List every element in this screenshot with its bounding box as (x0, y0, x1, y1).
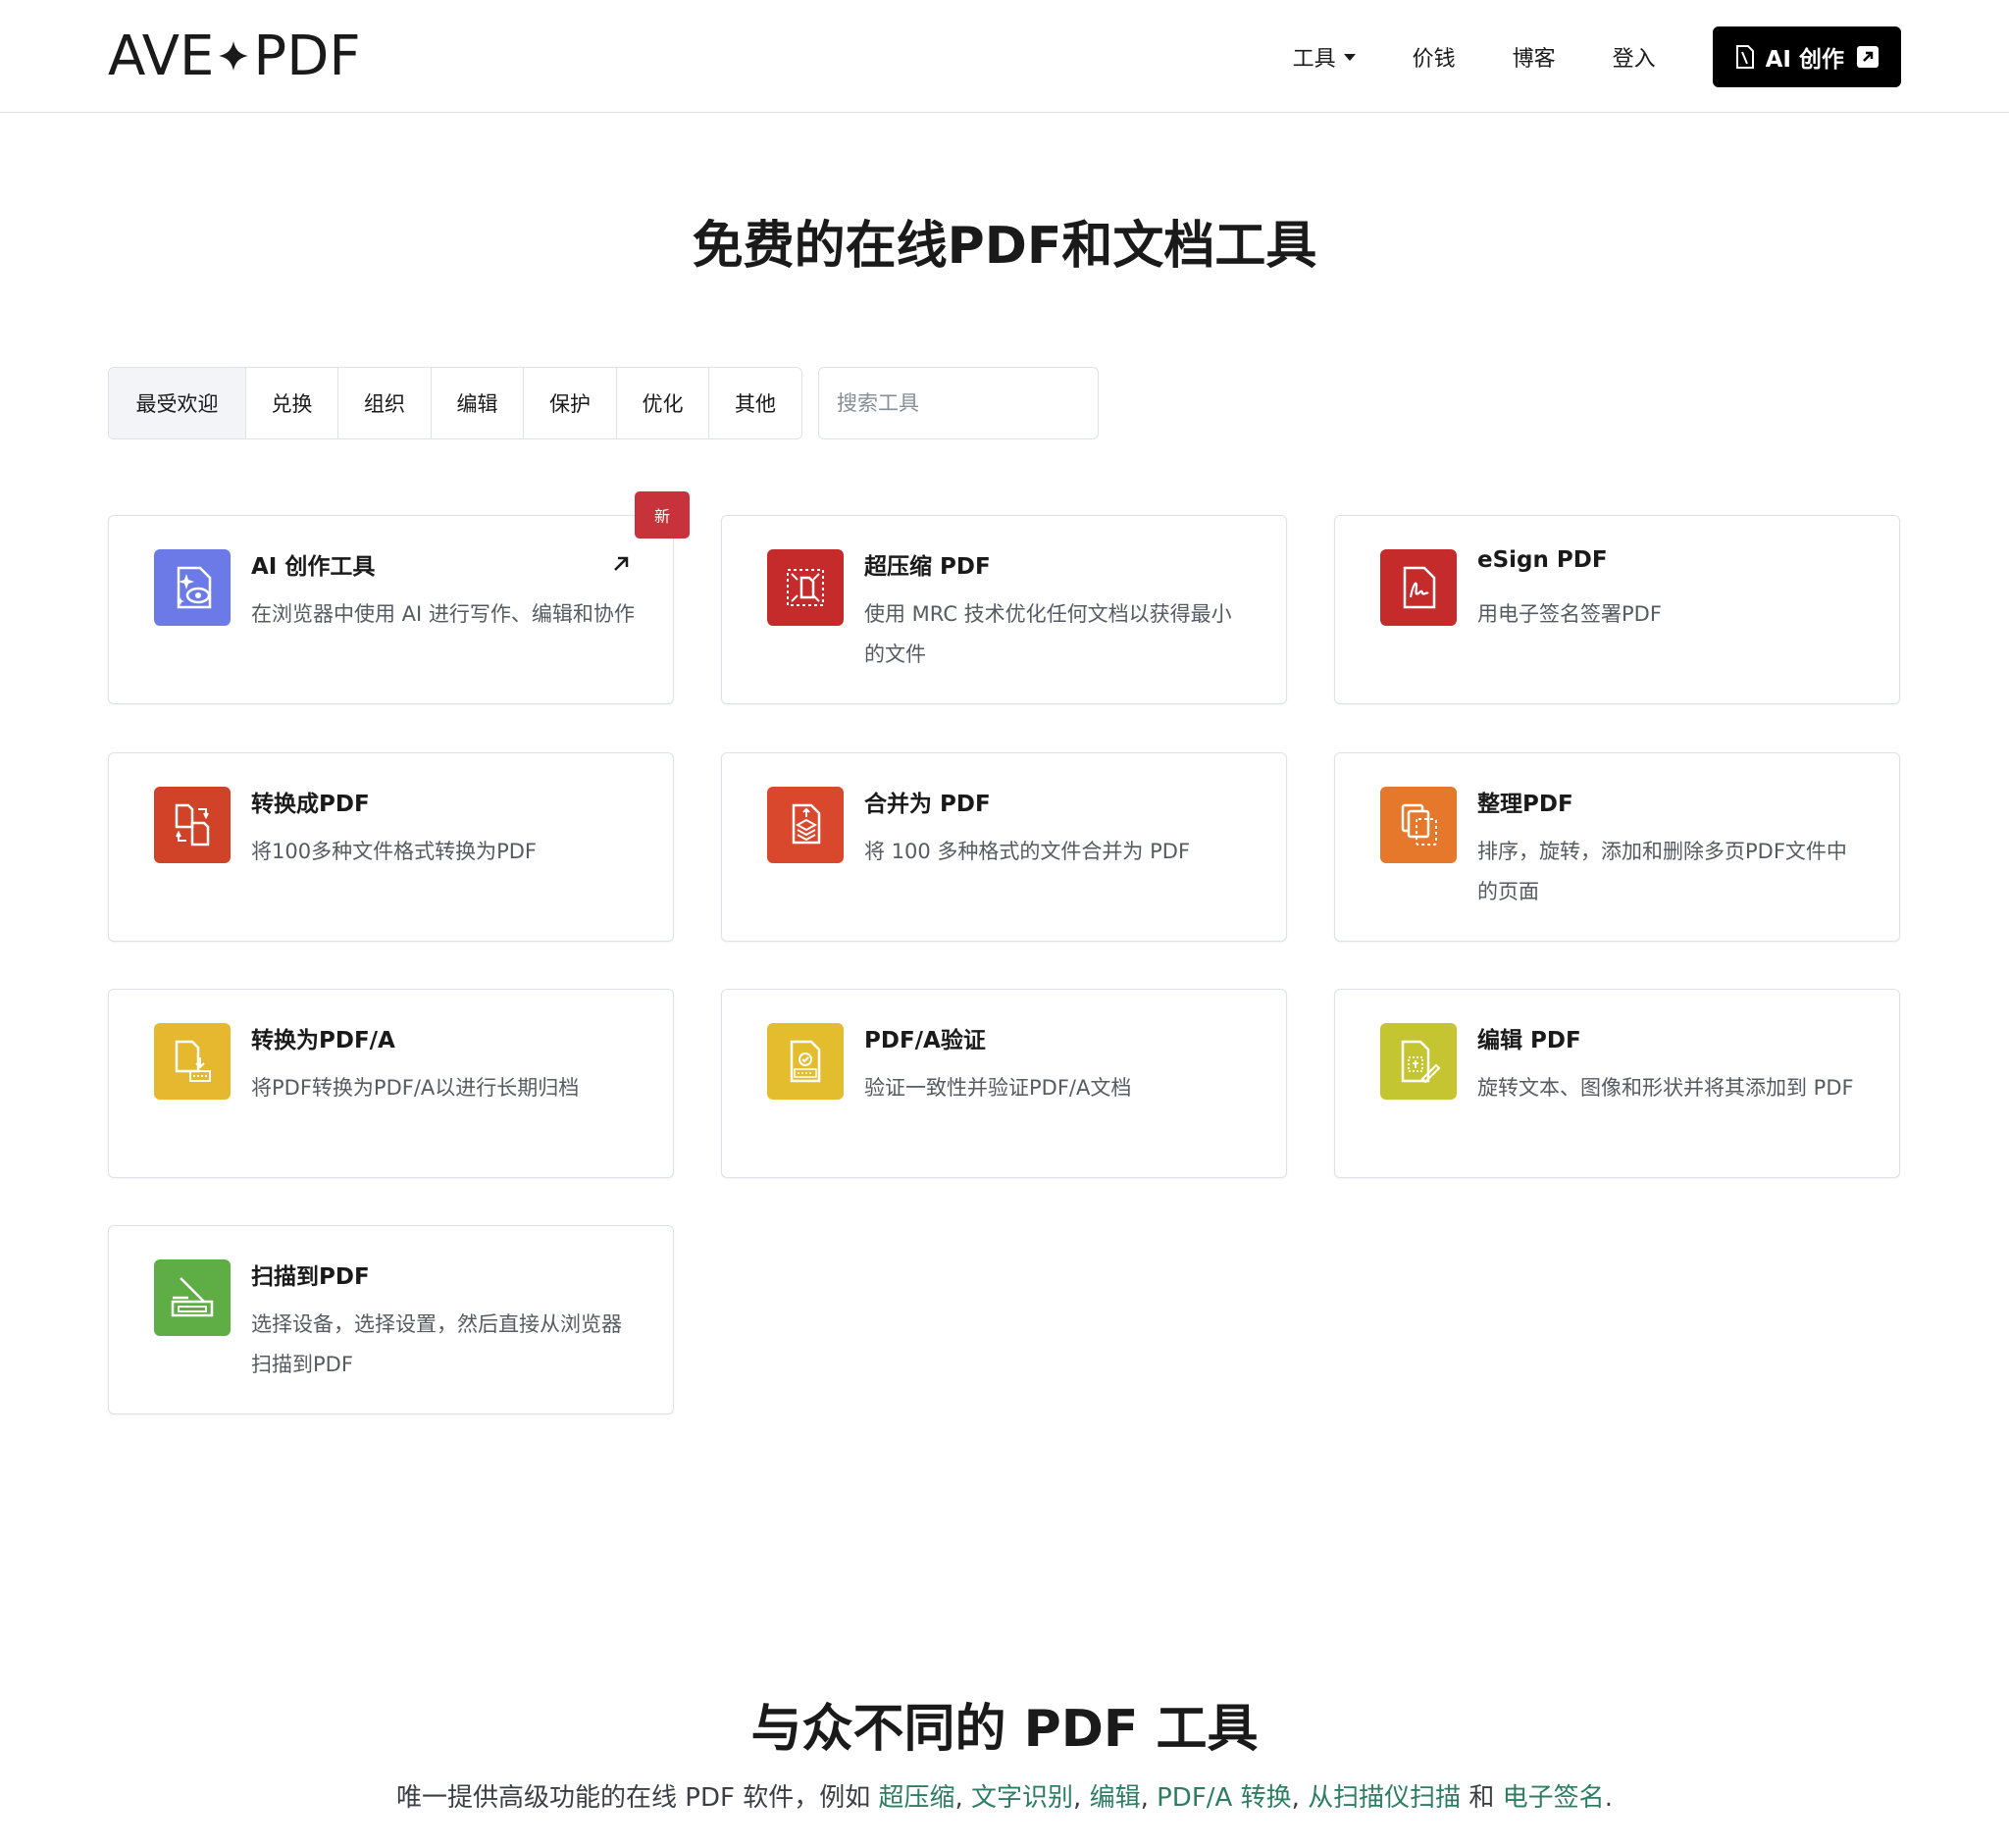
card-title: 转换为PDF/A (251, 1028, 395, 1053)
separator: , (1073, 1783, 1090, 1813)
card-description: 选择设备，选择设置，然后直接从浏览器扫描到PDF (251, 1312, 622, 1376)
section-subtitle: 唯一提供高级功能的在线 PDF 软件，例如 超压缩, 文字识别, 编辑, PDF… (0, 1777, 2009, 1814)
external-link-icon (1857, 46, 1879, 68)
card-title: 合并为 PDF (864, 792, 991, 817)
tool-card-compress[interactable]: 超压缩 PDF 使用 MRC 技术优化任何文档以获得最小的文件 (721, 515, 1287, 704)
main-nav: 工具 价钱 博客 登入 AI 创作 (1293, 26, 1901, 87)
separator: , (1140, 1783, 1158, 1813)
edit-icon (1380, 1023, 1457, 1100)
card-title: 超压缩 PDF (864, 554, 991, 580)
ai-create-label: AI 创作 (1765, 47, 1844, 73)
tool-card-esign[interactable]: eSign PDF 用电子签名签署PDF (1334, 515, 1900, 704)
tool-card-merge[interactable]: 合并为 PDF 将 100 多种格式的文件合并为 PDF (721, 752, 1287, 942)
compress-icon (767, 549, 844, 626)
pdfa-convert-icon (154, 1023, 231, 1100)
tool-card-pdfa-validate[interactable]: PDF/A验证 验证一致性并验证PDF/A文档 (721, 989, 1287, 1178)
logo-text-right: PDF (253, 24, 361, 88)
tool-card-scan[interactable]: 扫描到PDF 选择设备，选择设置，然后直接从浏览器扫描到PDF (108, 1225, 674, 1414)
category-tabs: 最受欢迎 兑换 组织 编辑 保护 优化 其他 (108, 367, 802, 439)
site-header: AVE PDF 工具 价钱 博客 登入 AI 创作 (0, 0, 2009, 113)
tab-protect[interactable]: 保护 (524, 368, 617, 438)
tool-card-pdfa-convert[interactable]: 转换为PDF/A 将PDF转换为PDF/A以进行长期归档 (108, 989, 674, 1178)
tab-optimize[interactable]: 优化 (617, 368, 709, 438)
merge-icon (767, 787, 844, 863)
tab-other[interactable]: 其他 (709, 368, 801, 438)
logo[interactable]: AVE PDF (108, 24, 361, 88)
card-title: PDF/A验证 (864, 1028, 986, 1053)
tool-card-organize[interactable]: 整理PDF 排序，旋转，添加和删除多页PDF文件中的页面 (1334, 752, 1900, 942)
link-ocr[interactable]: 文字识别 (971, 1783, 1073, 1813)
card-title: AI 创作工具 (251, 554, 376, 580)
card-description: 在浏览器中使用 AI 进行写作、编辑和协作 (251, 602, 635, 626)
section-sub-prefix: 唯一提供高级功能的在线 PDF 软件，例如 (396, 1783, 879, 1813)
card-description: 排序，旋转，添加和删除多页PDF文件中的页面 (1477, 840, 1847, 903)
tab-organize[interactable]: 组织 (338, 368, 432, 438)
convert-icon (154, 787, 231, 863)
card-description: 将100多种文件格式转换为PDF (251, 840, 537, 863)
tool-card-convert-to-pdf[interactable]: 转换成PDF 将100多种文件格式转换为PDF (108, 752, 674, 942)
nav-blog[interactable]: 博客 (1513, 41, 1556, 73)
scanner-icon (154, 1259, 231, 1336)
period: . (1604, 1783, 1613, 1813)
link-edit[interactable]: 编辑 (1090, 1783, 1141, 1813)
card-description: 验证一致性并验证PDF/A文档 (864, 1076, 1132, 1100)
card-description: 使用 MRC 技术优化任何文档以获得最小的文件 (864, 602, 1232, 666)
page-title: 免费的在线PDF和文档工具 (692, 217, 1317, 276)
nav-tools-dropdown[interactable]: 工具 (1293, 41, 1356, 73)
tab-edit[interactable]: 编辑 (432, 368, 524, 438)
logo-text-left: AVE (108, 24, 215, 88)
and-text: 和 (1461, 1783, 1503, 1813)
new-badge: 新 (635, 491, 690, 539)
tab-convert[interactable]: 兑换 (246, 368, 338, 438)
ai-writer-icon (154, 549, 231, 626)
tab-popular[interactable]: 最受欢迎 (109, 368, 246, 438)
link-compress[interactable]: 超压缩 (878, 1783, 954, 1813)
logo-diamond-icon (219, 41, 249, 71)
nav-tools-label: 工具 (1292, 47, 1336, 72)
organize-icon (1380, 787, 1457, 863)
caret-down-icon (1343, 53, 1356, 61)
nav-login[interactable]: 登入 (1613, 41, 1656, 73)
separator: , (954, 1783, 972, 1813)
link-pdfa[interactable]: PDF/A 转换 (1157, 1783, 1291, 1813)
link-scan[interactable]: 从扫描仪扫描 (1308, 1783, 1461, 1813)
card-title: 扫描到PDF (251, 1264, 370, 1290)
card-title: 编辑 PDF (1477, 1028, 1581, 1053)
card-description: 旋转文本、图像和形状并将其添加到 PDF (1477, 1076, 1854, 1100)
tool-card-edit[interactable]: 编辑 PDF 旋转文本、图像和形状并将其添加到 PDF (1334, 989, 1900, 1178)
nav-pricing[interactable]: 价钱 (1413, 41, 1456, 73)
search-input[interactable] (818, 367, 1099, 439)
ai-document-icon (1735, 45, 1754, 69)
section-title: 与众不同的 PDF 工具 (750, 1700, 1259, 1759)
arrow-up-right-icon (614, 556, 629, 571)
card-title: 整理PDF (1477, 792, 1573, 817)
tool-card-ai-writer[interactable]: AI 创作工具 在浏览器中使用 AI 进行写作、编辑和协作 (108, 515, 674, 704)
card-title: 转换成PDF (251, 792, 370, 817)
separator: , (1291, 1783, 1309, 1813)
esign-icon (1380, 549, 1457, 626)
card-description: 将PDF转换为PDF/A以进行长期归档 (251, 1076, 580, 1100)
pdfa-validate-icon (767, 1023, 844, 1100)
card-description: 用电子签名签署PDF (1477, 602, 1662, 626)
ai-create-button[interactable]: AI 创作 (1712, 26, 1901, 87)
card-title: eSign PDF (1477, 547, 1608, 573)
link-esign[interactable]: 电子签名 (1503, 1783, 1605, 1813)
card-description: 将 100 多种格式的文件合并为 PDF (864, 840, 1191, 863)
